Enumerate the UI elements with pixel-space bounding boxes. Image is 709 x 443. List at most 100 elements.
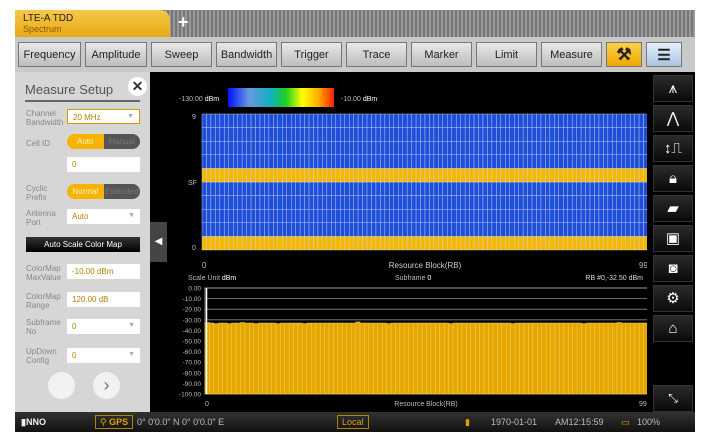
heatmap-cell bbox=[210, 208, 216, 223]
measure-button[interactable]: Measure bbox=[541, 42, 602, 67]
heatmap-cell bbox=[384, 236, 390, 251]
save-icon[interactable]: ▣ bbox=[653, 225, 693, 252]
heatmap-cell bbox=[607, 195, 613, 210]
add-tab-button[interactable]: + bbox=[178, 12, 189, 33]
antenna-port-select[interactable]: Auto ▼ bbox=[67, 209, 140, 224]
bar-rb38 bbox=[373, 322, 378, 395]
heatmap-cell bbox=[357, 113, 363, 128]
bar-rb91 bbox=[607, 322, 613, 395]
local-button[interactable]: Local bbox=[337, 415, 369, 429]
home-icon[interactable]: ⌂ bbox=[653, 315, 693, 342]
heatmap-cell bbox=[241, 181, 247, 196]
cyclic-prefix-toggle[interactable]: Normal Extended bbox=[67, 184, 140, 199]
heatmap-cell bbox=[393, 113, 399, 128]
updown-select[interactable]: 0 ▼ bbox=[67, 348, 140, 363]
heatmap-cell bbox=[473, 236, 479, 251]
heatmap-cell bbox=[429, 168, 435, 183]
tab-lte-a-tdd[interactable]: LTE-A TDD Spectrum bbox=[15, 10, 170, 37]
heatmap-cell bbox=[580, 127, 586, 142]
folder-open-icon[interactable]: ▰ bbox=[653, 195, 693, 222]
heatmap-cell bbox=[571, 195, 577, 210]
heatmap-cell bbox=[571, 181, 577, 196]
heatmap-cell bbox=[625, 154, 631, 169]
heatmap-cell bbox=[255, 154, 261, 169]
gear-icon[interactable]: ⚙ bbox=[653, 285, 693, 312]
channel-bw-select[interactable]: 20 MHz ▼ bbox=[67, 109, 140, 124]
amplitude-button[interactable]: Amplitude bbox=[85, 42, 147, 67]
heatmap-cell bbox=[594, 181, 600, 196]
trace-button[interactable]: Trace bbox=[346, 42, 407, 67]
lock-icon[interactable]: 🔒︎ bbox=[653, 165, 693, 192]
heatmap-cell bbox=[206, 181, 212, 196]
heatmap-cell bbox=[259, 195, 265, 210]
bar-rb4 bbox=[222, 322, 228, 395]
colormap-max-input[interactable]: -10.00 dBm bbox=[67, 264, 140, 279]
heatmap-cell bbox=[331, 140, 336, 155]
heatmap-cell bbox=[500, 113, 506, 128]
heatmap-cell bbox=[500, 236, 506, 251]
heatmap-cell bbox=[514, 222, 519, 237]
subframe-select[interactable]: 0 ▼ bbox=[67, 319, 140, 334]
cell-id-manual[interactable]: Manual bbox=[103, 134, 140, 149]
heatmap-cell bbox=[380, 154, 386, 169]
heatmap-cell bbox=[621, 154, 626, 169]
heatmap-cell bbox=[317, 140, 323, 155]
heatmap-cell bbox=[594, 168, 600, 183]
heatmap-cell bbox=[384, 140, 390, 155]
next-page-button[interactable]: › bbox=[93, 372, 120, 399]
peak-search-icon[interactable]: ⋀ bbox=[653, 105, 693, 132]
heatmap-cell bbox=[469, 181, 475, 196]
cell-id-auto[interactable]: Auto bbox=[67, 134, 104, 149]
trigger-button[interactable]: Trigger bbox=[281, 42, 342, 67]
heatmap-cell bbox=[514, 140, 519, 155]
colormap-range-input[interactable]: 120.00 dB bbox=[67, 292, 140, 307]
auto-scale-button[interactable]: Auto Scale Color Map bbox=[26, 237, 140, 252]
heatmap-cell bbox=[478, 113, 484, 128]
cyclic-extended[interactable]: Extended bbox=[103, 184, 140, 199]
menu-icon[interactable]: ☰ bbox=[646, 42, 682, 67]
x-tick-0: 0 bbox=[202, 261, 207, 270]
wrench-icon[interactable]: ⚒ bbox=[606, 42, 642, 67]
heatmap-cell bbox=[540, 140, 546, 155]
marker-button[interactable]: Marker bbox=[411, 42, 472, 67]
marker-peak-icon[interactable]: ⩚ bbox=[653, 75, 693, 102]
heatmap-cell bbox=[340, 236, 345, 251]
heatmap-cell bbox=[322, 222, 328, 237]
bandwidth-button[interactable]: Bandwidth bbox=[216, 42, 277, 67]
heatmap-cell bbox=[496, 113, 502, 128]
heatmap-cell bbox=[246, 222, 252, 237]
limit-button[interactable]: Limit bbox=[476, 42, 537, 67]
heatmap-cell bbox=[201, 195, 207, 210]
camera-icon[interactable]: ◙ bbox=[653, 255, 693, 282]
close-icon[interactable]: ✕ bbox=[128, 77, 147, 96]
fullscreen-icon[interactable]: ⤡ bbox=[653, 385, 693, 412]
bar-rb58 bbox=[461, 322, 467, 395]
heatmap-cell bbox=[464, 154, 470, 169]
cyclic-normal[interactable]: Normal bbox=[67, 184, 104, 199]
heatmap-cell bbox=[255, 208, 261, 223]
heatmap-cell bbox=[219, 236, 225, 251]
collapse-panel-handle[interactable]: ◀ bbox=[150, 222, 167, 262]
heatmap-cell bbox=[215, 154, 221, 169]
gps-indicator[interactable]: ⚲ GPS bbox=[95, 415, 134, 429]
frequency-button[interactable]: Frequency bbox=[18, 42, 81, 67]
cell-id-toggle[interactable]: Auto Manual bbox=[67, 134, 140, 149]
bar-rb87 bbox=[590, 322, 596, 395]
heatmap-cell bbox=[304, 168, 310, 183]
sweep-button[interactable]: Sweep bbox=[151, 42, 212, 67]
heatmap-cell bbox=[340, 113, 345, 128]
heatmap-cell bbox=[206, 195, 212, 210]
heatmap-cell bbox=[420, 222, 426, 237]
heatmap-cell bbox=[308, 154, 314, 169]
heatmap-cell bbox=[286, 168, 292, 183]
pulse-measure-icon[interactable]: ↕⎍ bbox=[653, 135, 693, 162]
prev-page-button[interactable] bbox=[48, 372, 75, 399]
bar-rb81 bbox=[563, 322, 569, 395]
antenna-port-value: Auto bbox=[72, 212, 89, 221]
heatmap-cell bbox=[228, 140, 234, 155]
heatmap-cell bbox=[456, 154, 461, 169]
heatmap-cell bbox=[638, 195, 644, 210]
heatmap-cell bbox=[366, 127, 372, 142]
heatmap-cell bbox=[491, 195, 497, 210]
cell-id-input[interactable]: 0 bbox=[67, 157, 140, 172]
